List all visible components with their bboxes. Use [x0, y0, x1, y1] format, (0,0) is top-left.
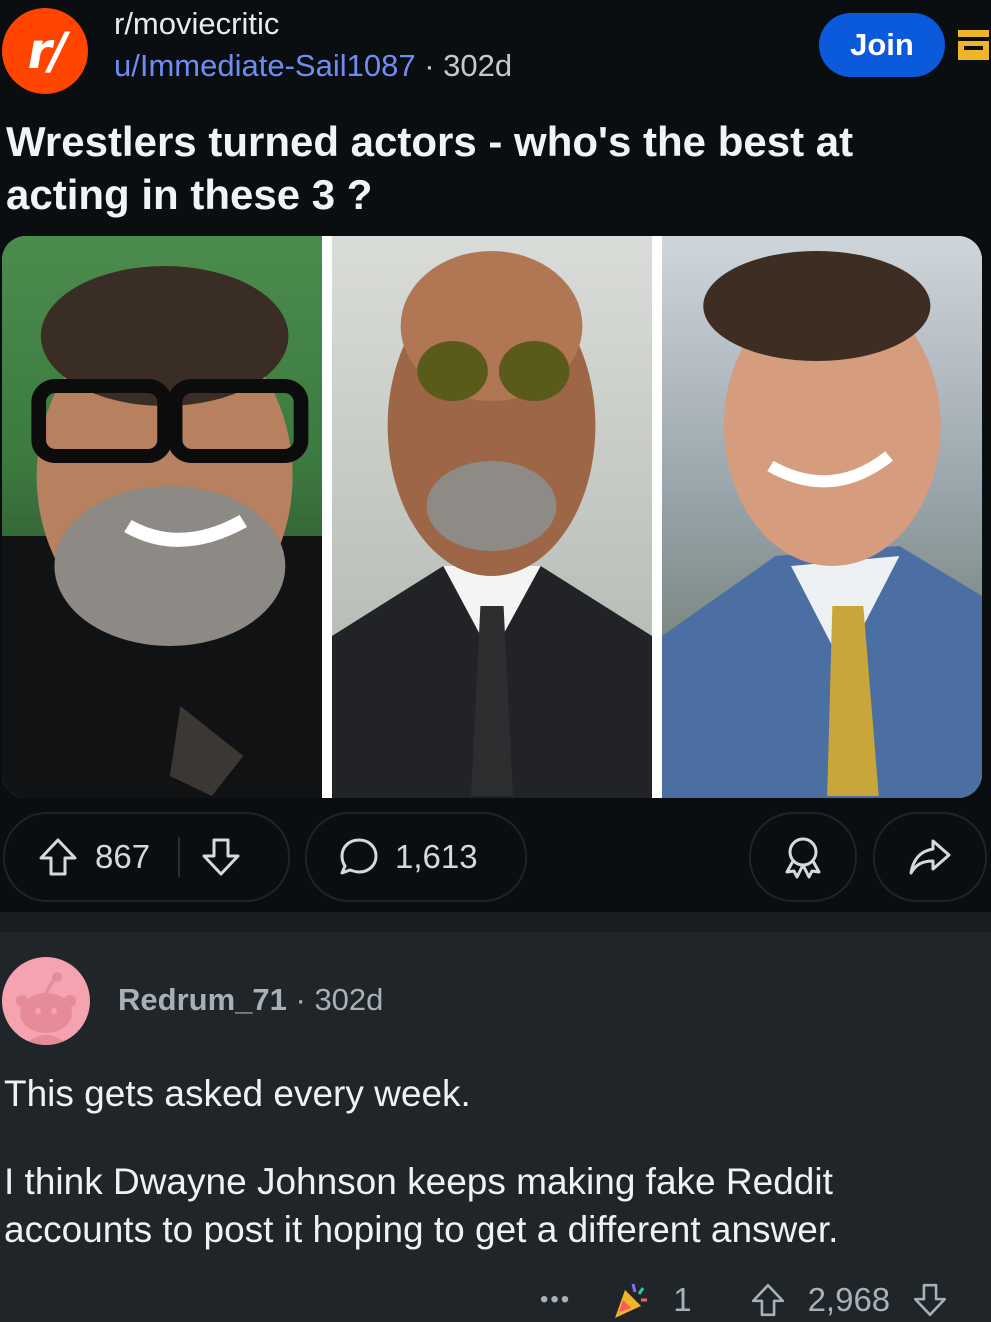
subreddit-name[interactable]: r/moviecritic — [114, 6, 279, 42]
vote-divider — [178, 837, 181, 877]
comment-age: 302d — [314, 982, 384, 1017]
post-image-collage[interactable] — [2, 236, 982, 798]
vote-bar: 867 — [3, 812, 290, 902]
join-button[interactable]: Join — [819, 13, 945, 77]
upvote-arrow-icon[interactable] — [35, 834, 81, 880]
author-link[interactable]: u/Immediate-Sail1087 — [114, 48, 416, 83]
comment-meta-separator: · — [295, 982, 306, 1017]
photo-bald-man-sunglasses — [332, 236, 652, 798]
share-button[interactable] — [873, 812, 987, 902]
post-title[interactable]: Wrestlers turned actors - who's the best… — [6, 115, 981, 221]
comment-downvote-icon[interactable] — [910, 1280, 950, 1320]
post-vote-count: 867 — [95, 838, 151, 875]
meta-separator: · — [424, 48, 435, 83]
comment-upvote-icon[interactable] — [748, 1280, 788, 1320]
commenter-avatar[interactable] — [2, 957, 90, 1045]
downvote-arrow-icon[interactable] — [198, 834, 244, 880]
section-divider — [0, 912, 991, 932]
subreddit-avatar[interactable]: r/ — [2, 8, 88, 94]
comments-button[interactable]: 1,613 — [305, 812, 527, 902]
overflow-menu-icon[interactable] — [956, 28, 991, 62]
share-arrow-icon — [909, 839, 951, 875]
comment-body-line-1: This gets asked every week. — [4, 1073, 471, 1114]
photo-man-blue-suit — [662, 236, 982, 798]
award-button[interactable] — [749, 812, 857, 902]
comment-body-line-2: I think Dwayne Johnson keeps making fake… — [4, 1161, 839, 1250]
comment-vote-count: 2,968 — [807, 1281, 891, 1318]
photo-bearded-man-glasses — [2, 236, 322, 798]
party-popper-icon[interactable] — [609, 1278, 653, 1322]
snoo-avatar-icon — [16, 972, 76, 1045]
commenter-username[interactable]: Redrum_71 — [118, 982, 287, 1017]
comment-actions: ••• 1 2,968 — [540, 1278, 950, 1322]
post-meta: u/Immediate-Sail1087 · 302d — [114, 48, 512, 84]
comment-more-options[interactable]: ••• — [540, 1286, 571, 1314]
award-icon — [785, 837, 821, 879]
comment-meta: Redrum_71 · 302d — [118, 982, 383, 1018]
subreddit-icon-text: r/ — [22, 22, 68, 80]
comment-count: 1,613 — [395, 838, 478, 875]
comment-award-count: 1 — [673, 1281, 692, 1318]
comment-bubble-icon — [340, 838, 378, 875]
post-age: 302d — [443, 48, 513, 83]
